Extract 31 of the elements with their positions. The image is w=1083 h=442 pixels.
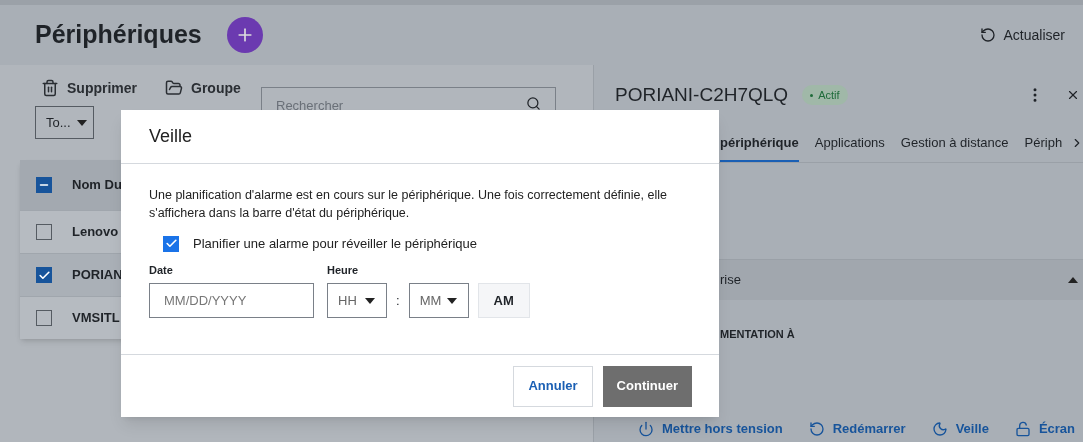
section-subheading: MENTATION À [719, 327, 796, 342]
period-toggle[interactable]: AM [477, 283, 530, 318]
hour-select[interactable]: HH [327, 283, 387, 318]
checkbox-label: Planifier une alarme pour réveiller le périphérique [193, 235, 477, 253]
action-link[interactable]: Redémarrer [808, 419, 906, 439]
dialog-message: Une planification d'alarme est en cours sur le périphérique. Une fois correctement définie, elle s'affichera dans la barre d'état du périphérique. [149, 187, 668, 222]
group-button[interactable]: Groupe [165, 77, 241, 99]
status-badge: Actif [802, 84, 848, 106]
delete-button[interactable]: Supprimer [41, 77, 137, 99]
date-label: Date [149, 262, 174, 278]
time-label: Heure [327, 262, 360, 278]
date-field[interactable]: MM/DD/YYYY [149, 283, 314, 318]
action-link[interactable]: Écran [1014, 419, 1075, 439]
time-separator: : [396, 291, 400, 310]
filter-dropdown[interactable]: To... [35, 106, 94, 139]
action-link[interactable]: Mettre hors tension [638, 419, 783, 439]
page-title: Périphériques [35, 19, 202, 51]
minute-select[interactable]: MM [408, 283, 469, 318]
table-cell-text: VMSITL [72, 309, 120, 328]
refresh-button[interactable]: Actualiser [979, 24, 1065, 46]
column-header: Nom Du [72, 176, 122, 195]
continue-button[interactable]: Continuer [602, 365, 692, 407]
table-cell-text: Lenovo [72, 223, 119, 242]
tab[interactable]: Gestion à distance [900, 132, 1009, 162]
dialog-title: Veille [149, 125, 193, 148]
tab[interactable]: Périph [1024, 132, 1063, 162]
action-link[interactable]: Veille [931, 419, 989, 439]
tab[interactable]: Applications [814, 132, 885, 162]
table-cell-text: PORIAN [72, 266, 123, 285]
device-title: PORIANI-C2H7QLQ [615, 82, 789, 107]
cancel-button[interactable]: Annuler [513, 365, 593, 407]
